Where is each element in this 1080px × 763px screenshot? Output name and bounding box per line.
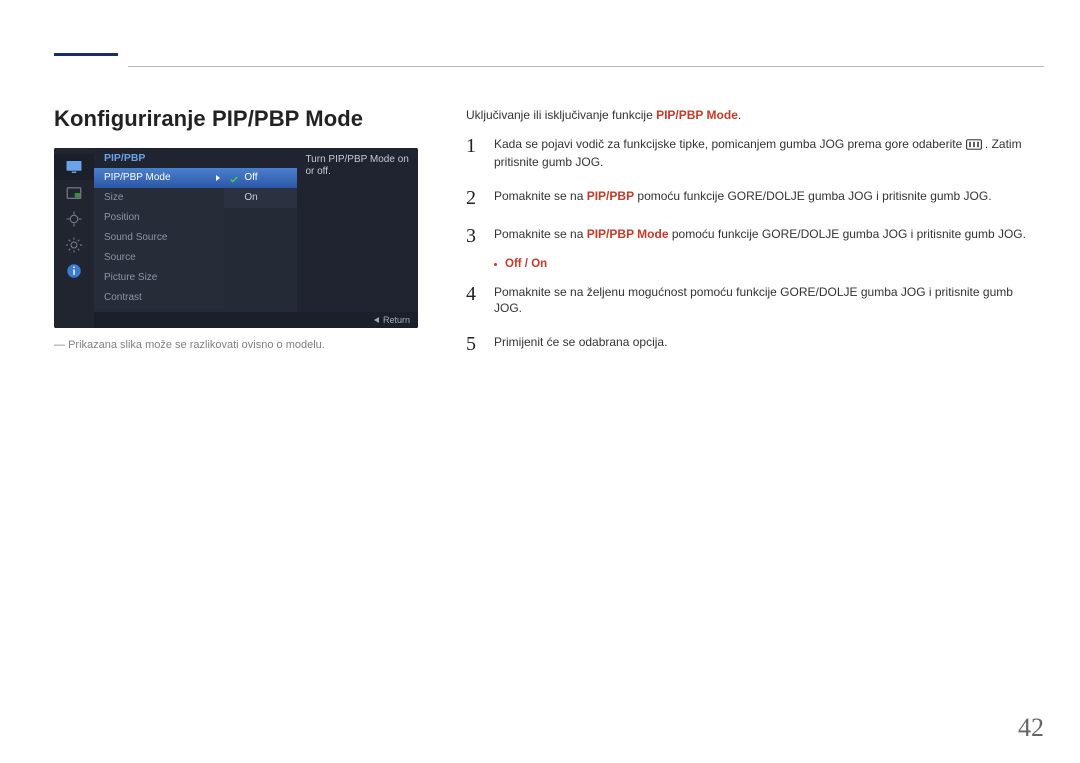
step-text: Pomaknite se na PIP/PBP Mode pomoću funk… (494, 226, 1026, 242)
osd-item: Sound Source (94, 228, 224, 248)
osd-menu: PIP/PBP PIP/PBP Mode Size Position Sound… (94, 148, 224, 328)
osd-item-selected: PIP/PBP Mode (94, 168, 224, 188)
osd-item: Source (94, 248, 224, 268)
osd-return-label: Return (383, 315, 410, 325)
step-2-highlight: PIP/PBP (587, 189, 634, 203)
left-column: Konfiguriranje PIP/PBP Mode PIP/PBP PIP/… (54, 106, 418, 354)
osd-item: Position (94, 208, 224, 228)
osd-spacer (224, 148, 297, 168)
step-number: 2 (466, 188, 480, 208)
step-2: 2 Pomaknite se na PIP/PBP pomoću funkcij… (466, 188, 1044, 208)
intro-suffix: . (738, 108, 741, 122)
target-icon (54, 206, 94, 232)
back-triangle-icon (374, 317, 379, 323)
header-accent (54, 53, 118, 56)
step-text: Pomaknite se na PIP/PBP pomoću funkcije … (494, 188, 992, 204)
intro-line: Uključivanje ili isključivanje funkcije … (466, 108, 1044, 122)
pip-icon (54, 180, 94, 206)
osd-value: On (224, 188, 297, 208)
footnote: ― Prikazana slika može se razlikovati ov… (54, 338, 418, 352)
step-3-b: pomoću funkcije GORE/DOLJE gumba JOG i p… (669, 227, 1026, 241)
step-3: 3 Pomaknite se na PIP/PBP Mode pomoću fu… (466, 226, 1044, 246)
step-1-a: Kada se pojavi vodič za funkcijske tipke… (494, 137, 966, 151)
check-icon (229, 173, 239, 183)
osd-item: Contrast (94, 288, 224, 308)
page-number: 42 (1018, 713, 1044, 743)
gear-icon (54, 232, 94, 258)
bullet-off-on: Off / On (494, 258, 1044, 270)
content-area: Konfiguriranje PIP/PBP Mode PIP/PBP PIP/… (54, 106, 1044, 354)
footnote-dash: ― (54, 339, 68, 351)
step-text: Primijenit će se odabrana opcija. (494, 334, 667, 350)
osd-sidebar (54, 148, 94, 328)
osd-help-text: Turn PIP/PBP Mode on or off. (297, 148, 418, 328)
step-4: 4 Pomaknite se na željenu mogućnost pomo… (466, 284, 1044, 316)
osd-screenshot: PIP/PBP PIP/PBP Mode Size Position Sound… (54, 148, 418, 328)
step-1: 1 Kada se pojavi vodič za funkcijske tip… (466, 136, 1044, 170)
step-3-highlight: PIP/PBP Mode (587, 227, 669, 241)
bullet-text: Off / On (505, 258, 547, 270)
osd-item: Size (94, 188, 224, 208)
osd-item: Picture Size (94, 268, 224, 288)
step-2-b: pomoću funkcije GORE/DOLJE gumba JOG i p… (634, 189, 991, 203)
step-5: 5 Primijenit će se odabrana opcija. (466, 334, 1044, 354)
osd-value-selected: Off (224, 168, 297, 188)
header-rule (128, 66, 1044, 67)
step-3-a: Pomaknite se na (494, 227, 587, 241)
menu-icon (966, 138, 982, 154)
osd-value-label: Off (244, 172, 257, 183)
bullet-dot (494, 263, 497, 266)
footnote-text: Prikazana slika može se razlikovati ovis… (68, 339, 325, 351)
step-text: Kada se pojavi vodič za funkcijske tipke… (494, 136, 1044, 170)
step-number: 1 (466, 136, 480, 156)
intro-highlight: PIP/PBP Mode (656, 108, 738, 122)
step-text: Pomaknite se na željenu mogućnost pomoću… (494, 284, 1044, 316)
step-number: 3 (466, 226, 480, 246)
osd-footer: Return (94, 312, 418, 328)
osd-values: Off On (224, 148, 297, 328)
osd-header: PIP/PBP (94, 148, 224, 168)
monitor-icon (54, 154, 94, 180)
info-icon (54, 258, 94, 284)
step-number: 4 (466, 284, 480, 304)
step-number: 5 (466, 334, 480, 354)
page: Konfiguriranje PIP/PBP Mode PIP/PBP PIP/… (0, 0, 1080, 763)
step-2-a: Pomaknite se na (494, 189, 587, 203)
steps-list: 1 Kada se pojavi vodič za funkcijske tip… (466, 136, 1044, 354)
right-column: Uključivanje ili isključivanje funkcije … (466, 106, 1044, 354)
section-title: Konfiguriranje PIP/PBP Mode (54, 106, 418, 132)
intro-prefix: Uključivanje ili isključivanje funkcije (466, 108, 656, 122)
